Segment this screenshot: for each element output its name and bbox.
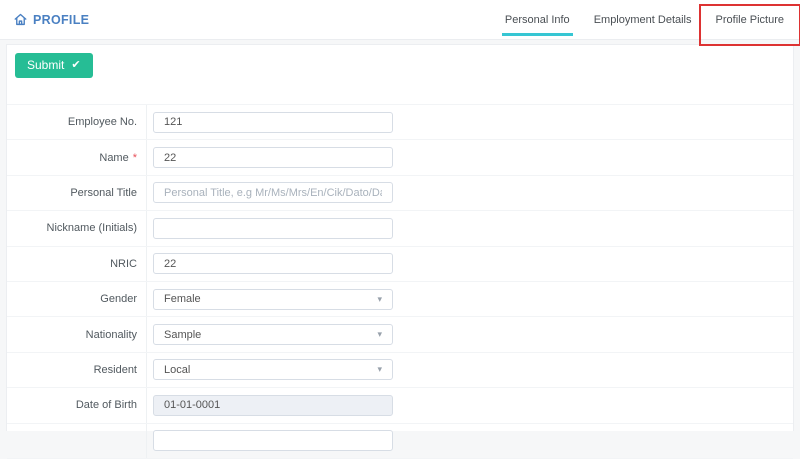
select-nationality[interactable]: Sample ▾	[153, 324, 393, 345]
chevron-down-icon: ▾	[377, 365, 382, 374]
tab-label: Profile Picture	[716, 14, 784, 26]
form-row: Personal Title	[7, 176, 793, 211]
field-label-employee-no: Employee No.	[7, 105, 147, 139]
select-value: Female	[164, 293, 201, 305]
input-name[interactable]	[153, 147, 393, 168]
field-cell	[147, 176, 793, 210]
submit-button[interactable]: Submit ✔	[15, 53, 93, 78]
field-label-nric: NRIC	[7, 247, 147, 281]
input-field[interactable]	[153, 430, 393, 451]
input-date-of-birth[interactable]	[153, 395, 393, 416]
input-nickname-initials[interactable]	[153, 218, 393, 239]
field-cell: Sample ▾	[147, 317, 793, 351]
field-cell	[147, 140, 793, 174]
home-icon	[14, 13, 27, 26]
form-row: Employee No.	[7, 105, 793, 140]
input-employee-no[interactable]	[153, 112, 393, 133]
form-row: Gender Female ▾	[7, 282, 793, 317]
field-cell	[147, 105, 793, 139]
field-label-gender: Gender	[7, 282, 147, 316]
tab-personal-info[interactable]: Personal Info	[493, 0, 582, 40]
select-resident[interactable]: Local ▾	[153, 359, 393, 380]
field-label-personal-title: Personal Title	[7, 176, 147, 210]
field-label-date-of-birth: Date of Birth	[7, 388, 147, 422]
select-gender[interactable]: Female ▾	[153, 289, 393, 310]
form-row: Resident Local ▾	[7, 353, 793, 388]
form-row: NRIC	[7, 247, 793, 282]
input-personal-title[interactable]	[153, 182, 393, 203]
field-cell	[147, 388, 793, 422]
field-cell	[147, 247, 793, 281]
field-cell: Local ▾	[147, 353, 793, 387]
tab-bar: Personal Info Employment Details Profile P…	[493, 0, 796, 39]
field-cell: Female ▾	[147, 282, 793, 316]
form-row: Nationality Sample ▾	[7, 317, 793, 352]
field-label-nickname-initials: Nickname (Initials)	[7, 211, 147, 245]
field-label-field	[7, 424, 147, 458]
tab-employment-details[interactable]: Employment Details	[582, 0, 704, 40]
header: PROFILE Personal InfoEmployment DetailsP…	[0, 0, 800, 40]
form-row: Date of Birth	[7, 388, 793, 423]
tab-profile-picture[interactable]: Profile Picture	[704, 0, 796, 40]
check-icon: ✔	[71, 60, 80, 71]
select-value: Sample	[164, 329, 201, 341]
form-row	[7, 424, 793, 459]
field-cell	[147, 424, 793, 458]
tab-label: Employment Details	[594, 14, 692, 26]
field-label-name: Name*	[7, 140, 147, 174]
field-label-nationality: Nationality	[7, 317, 147, 351]
field-cell	[147, 211, 793, 245]
chevron-down-icon: ▾	[377, 330, 382, 339]
required-asterisk: *	[133, 152, 137, 164]
form-row: Nickname (Initials)	[7, 211, 793, 246]
profile-form: Employee No.Name*Personal TitleNickname …	[7, 104, 793, 459]
field-label-resident: Resident	[7, 353, 147, 387]
form-row: Name*	[7, 140, 793, 175]
submit-button-label: Submit	[27, 59, 64, 71]
page-title: PROFILE	[0, 0, 89, 39]
input-nric[interactable]	[153, 253, 393, 274]
content-card: Submit ✔ Employee No.Name*Personal Title…	[6, 44, 794, 431]
select-value: Local	[164, 364, 190, 376]
page-title-text: PROFILE	[33, 13, 89, 27]
tab-label: Personal Info	[505, 14, 570, 26]
chevron-down-icon: ▾	[377, 295, 382, 304]
